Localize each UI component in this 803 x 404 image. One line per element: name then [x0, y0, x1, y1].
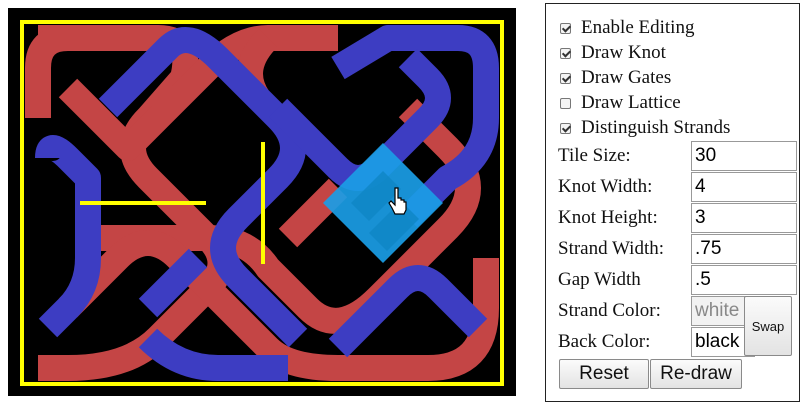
draw-gates-checkbox[interactable]	[560, 72, 571, 84]
field-label: Strand Color:	[558, 300, 661, 321]
draw-knot-checkbox[interactable]	[560, 47, 571, 59]
knot-width-row: Knot Width:	[558, 172, 797, 202]
strand-width-input[interactable]	[691, 234, 797, 264]
checkbox-label: Distinguish Strands	[581, 117, 731, 138]
knot-width-input[interactable]	[691, 172, 797, 202]
gap-width-row: Gap Width	[558, 265, 797, 295]
knot-height-row: Knot Height:	[558, 203, 797, 233]
checkbox-enable-editing[interactable]: Enable Editing	[560, 16, 694, 40]
checkbox-draw-knot[interactable]: Draw Knot	[560, 41, 666, 65]
gap-width-input[interactable]	[691, 265, 797, 295]
tile-size-row: Tile Size:	[558, 141, 797, 171]
checkbox-label: Draw Lattice	[581, 92, 681, 113]
field-label: Knot Width:	[558, 176, 653, 197]
field-label: Knot Height:	[558, 207, 658, 228]
field-label: Tile Size:	[558, 145, 631, 166]
tile-size-input[interactable]	[691, 141, 797, 171]
strand-width-row: Strand Width:	[558, 234, 797, 264]
knot-canvas[interactable]	[8, 8, 516, 396]
checkbox-label: Enable Editing	[581, 17, 695, 38]
strand-color-row: Strand Color:	[558, 296, 755, 326]
checkbox-draw-lattice[interactable]: Draw Lattice	[560, 91, 681, 115]
checkbox-draw-gates[interactable]: Draw Gates	[560, 66, 671, 90]
knot-height-input[interactable]	[691, 203, 797, 233]
field-label: Gap Width	[558, 269, 641, 290]
reset-button[interactable]: Reset	[559, 359, 649, 389]
swap-button[interactable]: Swap	[744, 296, 792, 356]
draw-lattice-checkbox[interactable]	[560, 97, 571, 109]
checkbox-label: Draw Knot	[581, 42, 666, 63]
checkbox-label: Draw Gates	[581, 67, 672, 88]
enable-editing-checkbox[interactable]	[560, 22, 571, 34]
checkbox-distinguish-strands[interactable]: Distinguish Strands	[560, 116, 730, 140]
field-label: Strand Width:	[558, 238, 665, 259]
field-label: Back Color:	[558, 331, 651, 352]
redraw-button[interactable]: Re-draw	[650, 359, 742, 389]
distinguish-strands-checkbox[interactable]	[560, 122, 571, 134]
back-color-row: Back Color:	[558, 327, 755, 357]
settings-panel: Enable Editing Draw Knot Draw Gates Draw…	[545, 3, 800, 402]
